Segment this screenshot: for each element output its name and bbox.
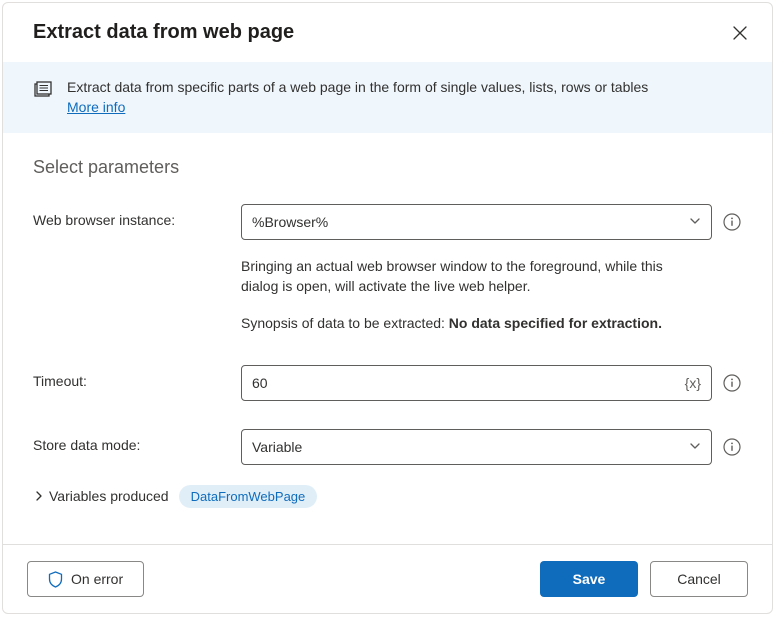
timeout-label: Timeout:: [33, 365, 241, 389]
variable-token-icon[interactable]: {x}: [685, 375, 701, 391]
timeout-info-button[interactable]: [722, 373, 742, 393]
dialog-content: Select parameters Web browser instance: …: [3, 133, 772, 544]
extract-icon: [33, 80, 53, 103]
store-select[interactable]: Variable: [241, 429, 712, 465]
store-value: Variable: [252, 439, 302, 455]
browser-info-button[interactable]: [722, 212, 742, 232]
close-button[interactable]: [732, 25, 748, 41]
chevron-down-icon: [689, 439, 701, 455]
browser-help: Bringing an actual web browser window to…: [241, 256, 702, 297]
cancel-button[interactable]: Cancel: [650, 561, 748, 597]
banner-text-wrap: Extract data from specific parts of a we…: [67, 78, 648, 117]
variable-chip[interactable]: DataFromWebPage: [179, 485, 318, 508]
browser-select[interactable]: %Browser%: [241, 204, 712, 240]
dialog-title: Extract data from web page: [33, 21, 294, 44]
more-info-link[interactable]: More info: [67, 99, 125, 115]
browser-value: %Browser%: [252, 214, 328, 230]
on-error-button[interactable]: On error: [27, 561, 144, 597]
shield-icon: [48, 571, 63, 588]
save-button[interactable]: Save: [540, 561, 638, 597]
timeout-input[interactable]: 60 {x}: [241, 365, 712, 401]
field-store: Store data mode: Variable: [33, 429, 742, 465]
dialog-footer: On error Save Cancel: [3, 544, 772, 613]
variables-produced-row: Variables produced DataFromWebPage: [33, 485, 742, 508]
banner-text: Extract data from specific parts of a we…: [67, 79, 648, 95]
cancel-label: Cancel: [677, 571, 721, 587]
synopsis-prefix: Synopsis of data to be extracted:: [241, 315, 449, 331]
store-label: Store data mode:: [33, 429, 241, 453]
store-info-button[interactable]: [722, 437, 742, 457]
variables-label: Variables produced: [49, 488, 169, 504]
close-icon: [733, 26, 747, 40]
info-icon: [723, 374, 741, 392]
info-icon: [723, 213, 741, 231]
save-label: Save: [573, 571, 606, 587]
dialog-header: Extract data from web page: [3, 3, 772, 62]
variables-toggle[interactable]: Variables produced: [33, 488, 169, 504]
field-browser: Web browser instance: %Browser%: [33, 204, 742, 240]
info-icon: [723, 438, 741, 456]
browser-label: Web browser instance:: [33, 204, 241, 228]
info-banner: Extract data from specific parts of a we…: [3, 62, 772, 133]
field-timeout: Timeout: 60 {x}: [33, 365, 742, 401]
on-error-label: On error: [71, 571, 123, 587]
chevron-down-icon: [689, 214, 701, 230]
timeout-value: 60: [252, 375, 268, 391]
section-title: Select parameters: [33, 157, 742, 178]
chevron-right-icon: [33, 490, 45, 502]
synopsis-bold: No data specified for extraction.: [449, 315, 662, 331]
synopsis-row: Synopsis of data to be extracted: No dat…: [241, 315, 702, 331]
extract-data-dialog: Extract data from web page Extract data …: [2, 2, 773, 614]
